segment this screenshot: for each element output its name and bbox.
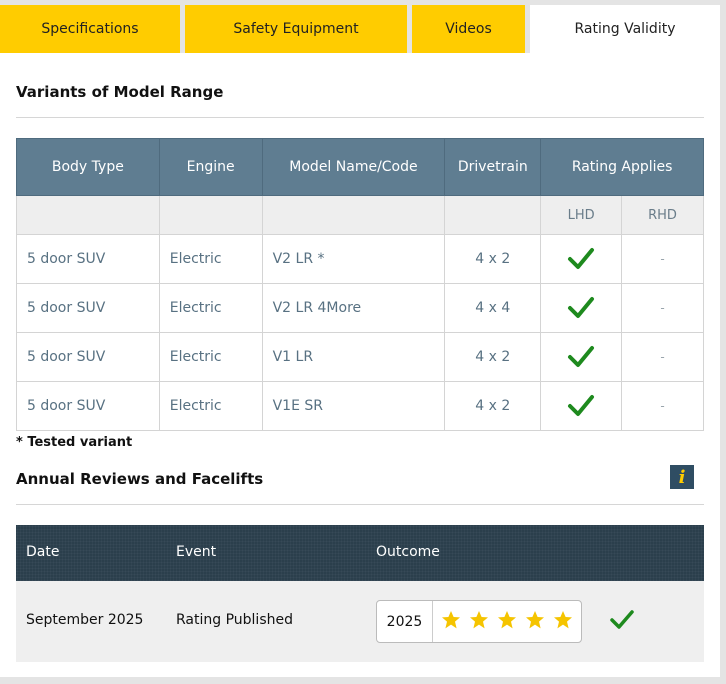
check-icon [610, 610, 634, 634]
cell-engine: Electric [158, 234, 263, 284]
subheader-empty [16, 195, 160, 235]
header-engine: Engine [158, 138, 263, 196]
header-body-type: Body Type [16, 138, 160, 196]
cell-drivetrain: 4 x 2 [444, 381, 542, 431]
subheader-rhd: RHD [621, 195, 704, 235]
star-icon [553, 610, 573, 630]
tab-rating-validity[interactable]: Rating Validity [530, 5, 720, 53]
review-date: September 2025 [26, 612, 144, 628]
cell-engine: Electric [158, 283, 263, 333]
table-row: 5 door SUV Electric V1 LR 4 x 2 - [16, 332, 704, 382]
info-icon[interactable]: i [670, 465, 694, 489]
tab-safety-equipment[interactable]: Safety Equipment [185, 5, 407, 53]
cell-body-type: 5 door SUV [16, 332, 160, 382]
tab-specifications[interactable]: Specifications [0, 5, 180, 53]
cell-body-type: 5 door SUV [16, 234, 160, 284]
cell-model-name: V1E SR [261, 381, 446, 431]
cell-rhd: - [621, 332, 704, 382]
tab-videos[interactable]: Videos [412, 5, 525, 53]
cell-body-type: 5 door SUV [16, 381, 160, 431]
info-icon-glyph: i [678, 466, 686, 488]
star-rating [441, 610, 573, 630]
cell-drivetrain: 4 x 4 [444, 283, 542, 333]
table-row: 5 door SUV Electric V1E SR 4 x 2 - [16, 381, 704, 431]
cell-model-name: V1 LR [261, 332, 446, 382]
check-icon [540, 381, 623, 431]
header-drivetrain: Drivetrain [444, 138, 542, 196]
cell-engine: Electric [158, 381, 263, 431]
subheader-empty [444, 195, 542, 235]
header-model-name: Model Name/Code [261, 138, 446, 196]
divider [16, 117, 704, 118]
divider [16, 504, 704, 505]
header-rating-applies: Rating Applies [540, 138, 704, 196]
table-row: 5 door SUV Electric V2 LR 4More 4 x 4 - [16, 283, 704, 333]
check-icon [540, 332, 623, 382]
cell-drivetrain: 4 x 2 [444, 234, 542, 284]
cell-engine: Electric [158, 332, 263, 382]
variants-title: Variants of Model Range [16, 83, 224, 101]
tab-bar: Specifications Safety Equipment Videos R… [0, 0, 726, 53]
review-event: Rating Published [176, 612, 293, 628]
cell-rhd: - [621, 234, 704, 284]
cell-body-type: 5 door SUV [16, 283, 160, 333]
outcome-rating[interactable]: 2025 [376, 600, 582, 643]
header-date: Date [26, 544, 60, 560]
cell-drivetrain: 4 x 2 [444, 332, 542, 382]
tested-variant-note: * Tested variant [16, 435, 133, 450]
header-event: Event [176, 544, 217, 560]
cell-model-name: V2 LR 4More [261, 283, 446, 333]
table-row: September 2025 Rating Published 2025 [16, 581, 704, 662]
star-icon [497, 610, 517, 630]
cell-rhd: - [621, 381, 704, 431]
rating-year: 2025 [377, 601, 433, 642]
star-icon [441, 610, 461, 630]
reviews-title: Annual Reviews and Facelifts [16, 470, 264, 488]
check-icon [540, 234, 623, 284]
variants-table: Body Type Engine Model Name/Code Drivetr… [16, 138, 704, 431]
cell-model-name: V2 LR * [261, 234, 446, 284]
star-icon [525, 610, 545, 630]
subheader-empty [158, 195, 263, 235]
subheader-empty [261, 195, 446, 235]
table-row: 5 door SUV Electric V2 LR * 4 x 2 - [16, 234, 704, 284]
reviews-table: Date Event Outcome September 2025 Rating… [16, 525, 704, 662]
subheader-lhd: LHD [540, 195, 623, 235]
check-icon [540, 283, 623, 333]
cell-rhd: - [621, 283, 704, 333]
header-outcome: Outcome [376, 544, 440, 560]
star-icon [469, 610, 489, 630]
reviews-header: Date Event Outcome [16, 525, 704, 581]
